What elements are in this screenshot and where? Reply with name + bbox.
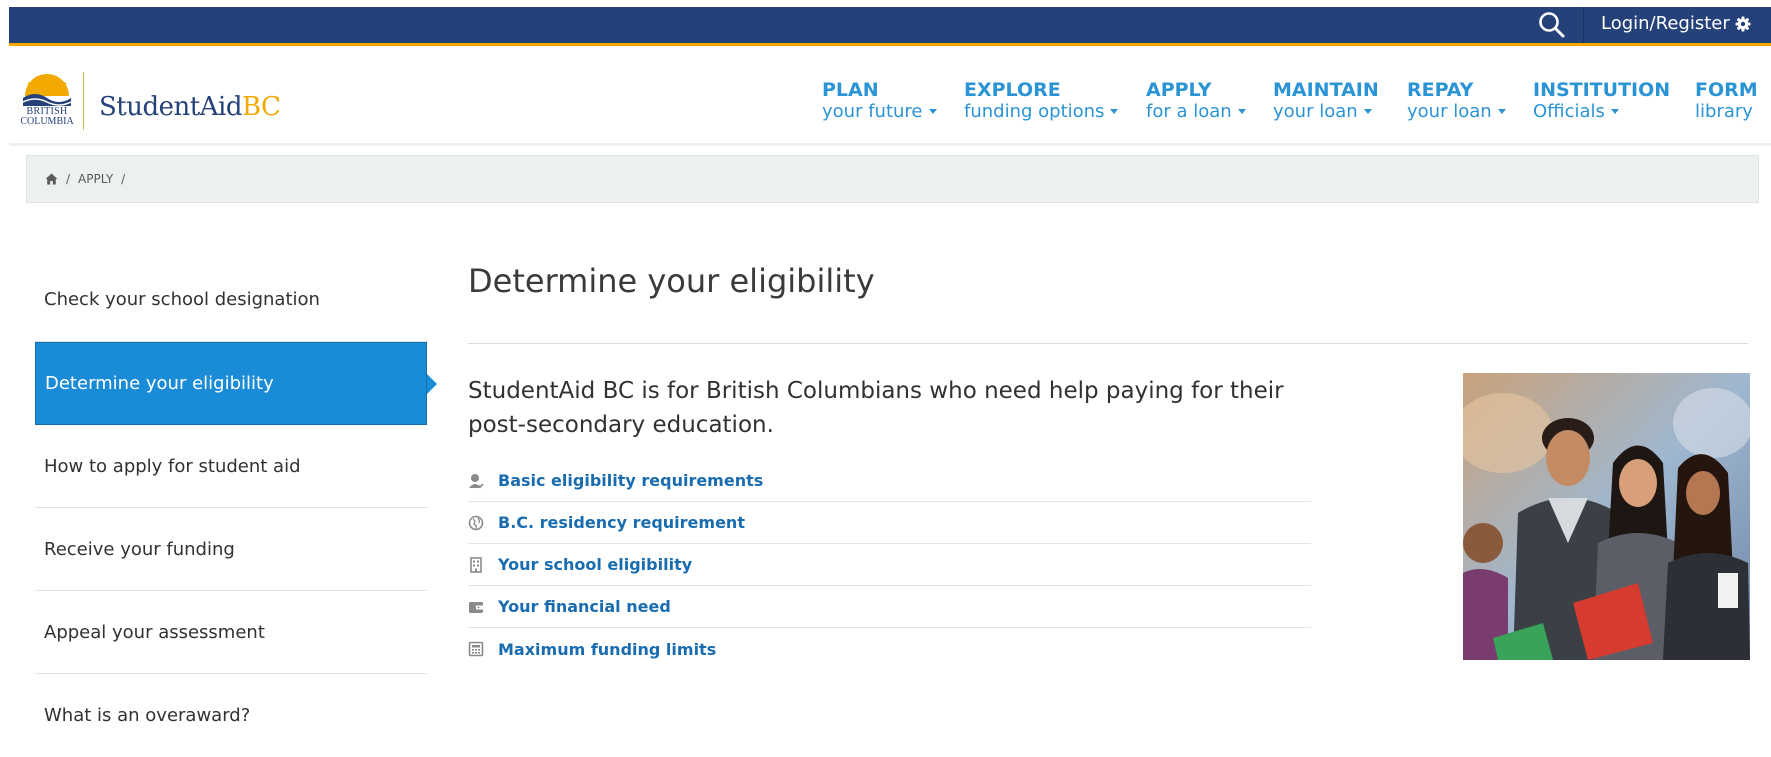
lead-paragraph: StudentAid BC is for British Columbians … [468,378,1284,438]
breadcrumb: / APPLY / [26,155,1759,203]
sidebar-item-receive-funding[interactable]: Receive your funding [35,508,427,591]
site-header: BRITISH COLUMBIA StudentAidBC PLAN your … [9,46,1771,146]
sun-icon [22,74,72,106]
nav-institution-title: INSTITUTION [1533,79,1671,101]
user-check-icon [469,473,484,488]
link-residency[interactable]: B.C. residency requirement [468,502,1311,544]
nav-repay-subtitle: your loan [1407,101,1492,122]
link-label: Your school eligibility [498,555,693,574]
sidebar-item-label: Receive your funding [44,538,235,560]
nav-form-subtitle: library [1695,101,1753,122]
sidebar-item-eligibility[interactable]: Determine your eligibility [35,342,437,425]
nav-form[interactable]: FORM library [1695,79,1760,122]
nav-form-title: FORM [1695,79,1758,101]
caret-down-icon [928,109,937,114]
link-funding-limits[interactable]: Maximum funding limits [468,628,1311,670]
nav-maintain-title: MAINTAIN [1273,79,1379,101]
nav-repay[interactable]: REPAY your loan [1407,79,1533,122]
sidebar-item-label: Determine your eligibility [45,373,274,394]
link-basic-eligibility[interactable]: Basic eligibility requirements [468,460,1311,502]
logo-divider [83,72,84,130]
nav-explore-title: EXPLORE [964,79,1061,101]
topbar-divider [1583,7,1584,43]
nav-plan-title: PLAN [822,79,879,101]
sidebar-item-label: What is an overaward? [44,705,251,726]
sidebar-item-appeal[interactable]: Appeal your assessment [35,591,427,674]
title-divider [468,343,1748,344]
nav-apply[interactable]: APPLY for a loan [1146,79,1273,122]
eligibility-links: Basic eligibility requirements B.C. resi… [468,460,1311,670]
nav-institution-subtitle: Officials [1533,101,1605,122]
sidebar-item-label: Check your school designation [44,289,320,310]
nav-plan[interactable]: PLAN your future [822,79,964,122]
search-icon[interactable] [1537,10,1567,40]
link-label: Your financial need [498,597,671,616]
home-icon[interactable] [45,173,58,185]
caret-down-icon [1610,109,1619,114]
nav-apply-subtitle: for a loan [1146,101,1232,122]
nav-maintain-subtitle: your loan [1273,101,1358,122]
sidebar-item-label: Appeal your assessment [44,621,265,643]
sidebar-nav: Check your school designation Determine … [35,258,437,757]
brand-name: StudentAidBC [99,92,281,122]
nav-explore-subtitle: funding options [964,101,1105,122]
students-photo [1463,373,1750,660]
link-label: Maximum funding limits [498,639,717,659]
top-bar: Login/Register [9,7,1771,46]
caret-down-icon [1363,109,1372,114]
main-nav: PLAN your future EXPLORE funding options… [822,79,1760,122]
brand-suffix: BC [241,92,281,122]
nav-apply-title: APPLY [1146,79,1212,101]
link-school-eligibility[interactable]: Your school eligibility [468,544,1311,586]
nav-repay-title: REPAY [1407,79,1474,101]
nav-plan-subtitle: your future [822,101,923,122]
link-label: B.C. residency requirement [498,513,745,532]
calculator-icon [468,641,484,657]
page-title: Determine your eligibility [468,262,875,300]
breadcrumb-separator: / [121,172,126,186]
nav-explore[interactable]: EXPLORE funding options [964,79,1146,122]
login-label: Login/Register [1601,13,1730,34]
sidebar-item-how-to-apply[interactable]: How to apply for student aid [35,425,427,508]
caret-down-icon [1497,109,1506,114]
building-icon [470,556,482,573]
sidebar-item-label: How to apply for student aid [44,455,301,477]
gear-icon [1735,16,1751,31]
brand-main: StudentAid [99,92,242,122]
bc-logo: BRITISH COLUMBIA [19,72,75,130]
wallet-icon [469,601,483,613]
login-register-link[interactable]: Login/Register [1601,13,1751,34]
globe-icon [468,515,484,530]
breadcrumb-separator: / [66,172,71,186]
sidebar-item-overaward[interactable]: What is an overaward? [35,674,427,757]
site-logo[interactable]: BRITISH COLUMBIA StudentAidBC [19,72,281,130]
nav-institution[interactable]: INSTITUTION Officials [1533,79,1695,122]
caret-down-icon [1237,109,1246,114]
caret-down-icon [1110,109,1119,114]
breadcrumb-apply[interactable]: APPLY [78,172,113,186]
sidebar-item-school-designation[interactable]: Check your school designation [35,258,427,342]
bc-text-line2: COLUMBIA [20,116,74,127]
nav-maintain[interactable]: MAINTAIN your loan [1273,79,1407,122]
link-financial-need[interactable]: Your financial need [468,586,1311,628]
link-label: Basic eligibility requirements [498,471,764,490]
